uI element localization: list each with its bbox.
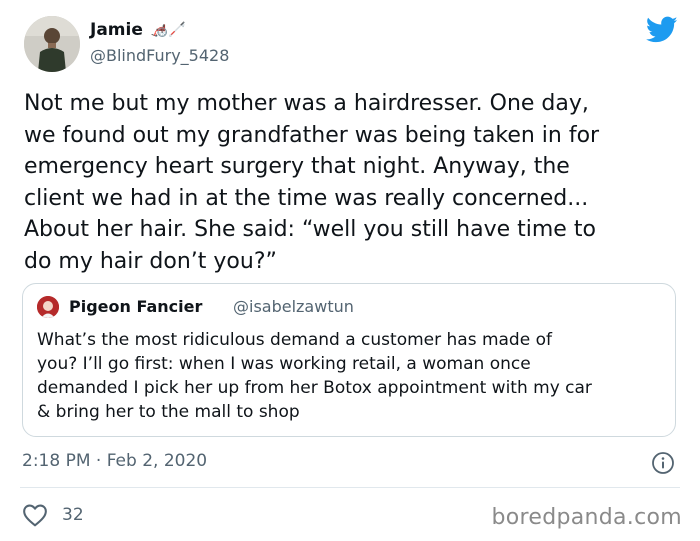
- avatar[interactable]: [24, 16, 80, 72]
- quoted-tweet[interactable]: Pigeon Fancier @isabelzawtun What’s the …: [22, 283, 676, 437]
- twitter-bird-icon[interactable]: [646, 16, 678, 44]
- quoted-avatar[interactable]: [37, 296, 59, 318]
- author-name[interactable]: Jamie: [90, 20, 143, 40]
- info-icon[interactable]: [651, 451, 675, 475]
- quoted-author-handle[interactable]: @isabelzawtun: [233, 297, 354, 316]
- watermark: boredpanda.com: [491, 505, 682, 530]
- tweet-timestamp[interactable]: 2:18 PM · Feb 2, 2020: [22, 451, 207, 471]
- quoted-tweet-text: What’s the most ridiculous demand a cust…: [37, 330, 592, 422]
- divider: [20, 487, 680, 488]
- tweet-text: Not me but my mother was a hairdresser. …: [24, 91, 600, 274]
- heart-icon[interactable]: [22, 503, 48, 527]
- like-count: 32: [62, 505, 84, 525]
- quoted-author-name[interactable]: Pigeon Fancier: [69, 297, 202, 316]
- author-handle[interactable]: @BlindFury_5428: [90, 46, 229, 65]
- author-emoji: 🦽🦯: [150, 22, 186, 38]
- author-name-row[interactable]: Jamie 🦽🦯: [90, 20, 186, 40]
